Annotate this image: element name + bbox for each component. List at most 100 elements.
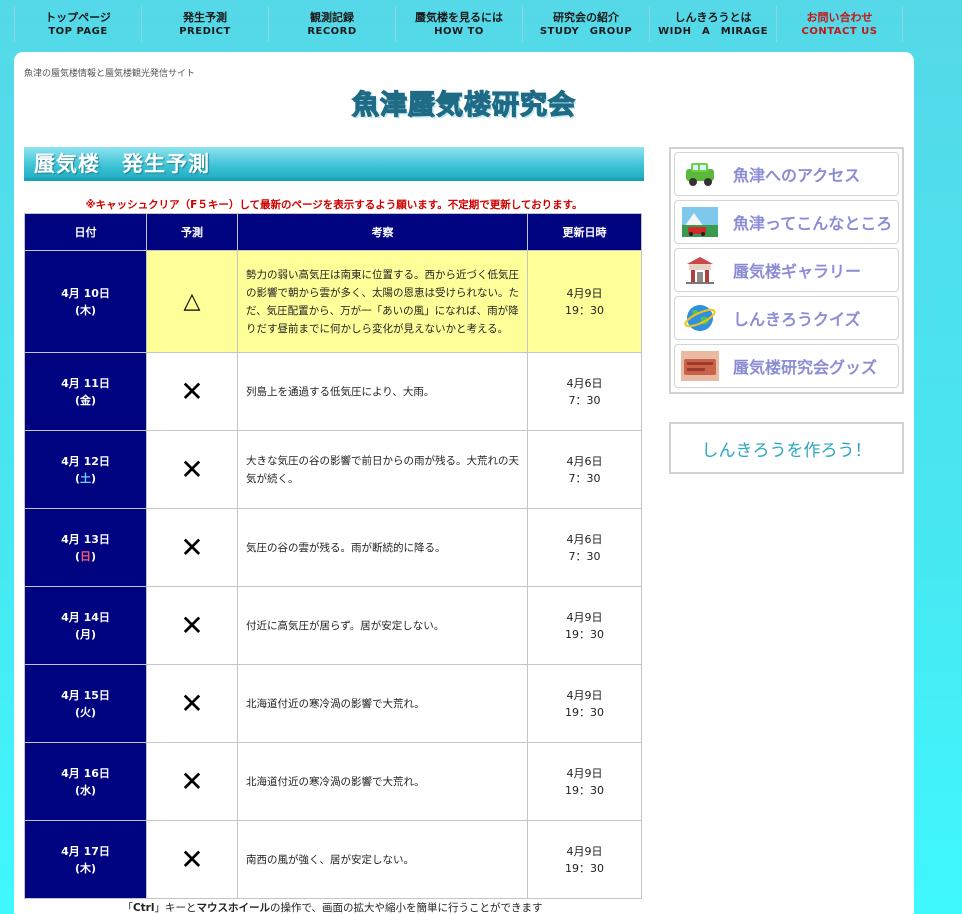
page-title-text: 蜃気楼 発生予測 [34,151,210,176]
nav-label-en: HOW TO [434,25,484,37]
analysis-cell: 列島上を通過する低気圧により、大雨。 [237,352,528,431]
sidebar-item-label: 蜃気楼研究会グッズ [733,358,878,377]
nav-study-group[interactable]: 研究会の紹介 STUDY GROUP [522,6,649,42]
table-header-row: 日付 予測 考察 更新日時 [24,213,642,251]
make-mirage-label: しんきろうを作ろう！ [701,440,872,461]
make-mirage-button[interactable]: しんきろうを作ろう！ [669,422,904,474]
nav-label-en: RECORD [307,25,357,37]
table-row: 4月 10日 (木) △ 勢力の弱い高気圧は南東に位置する。西から近づく低気圧の影… [24,250,642,353]
sidebar-item-about-uozu[interactable]: 魚津ってこんなところ [674,200,899,244]
column-header-forecast: 予測 [146,213,238,251]
updated-cell: 4月6日 7：30 [527,508,642,587]
table-row: 4月 12日 (土) ✕ 大きな気圧の谷の影響で前日からの雨が残る。大荒れの天気が… [24,430,642,509]
sidebar-item-gallery[interactable]: 蜃気楼ギャラリー [674,248,899,292]
nav-top-page[interactable]: トップページ TOP PAGE [14,6,141,42]
weekday-text: (水) [74,783,97,797]
cross-icon: ✕ [180,687,204,720]
cross-icon: ✕ [180,609,204,642]
forecast-cell: ✕ [146,430,238,509]
date-cell: 4月 15日 (火) [24,664,147,743]
sidebar-item-label: 魚津へのアクセス [733,166,861,185]
sidebar-item-quiz[interactable]: しんきろうクイズ [674,296,899,340]
page-title: 蜃気楼 発生予測 [24,147,644,181]
table-row: 4月 17日 (木) ✕ 南西の風が強く、居が安定しない。 4月9日 19：30 [24,820,642,899]
nav-contact[interactable]: お問い合わせ CONTACT US [776,6,903,42]
weekday-text: (日) [74,549,97,563]
date-text: 4月 11日 [61,376,110,390]
goods-icon [681,349,719,383]
sidebar-item-access[interactable]: 魚津へのアクセス [674,152,899,196]
sidebar-item-goods[interactable]: 蜃気楼研究会グッズ [674,344,899,388]
analysis-cell: 気圧の谷の雲が残る。雨が断続的に降る。 [237,508,528,587]
date-cell: 4月 16日 (水) [24,742,147,821]
saturday-text: 土 [80,471,91,485]
column-header-date: 日付 [24,213,147,251]
date-cell: 4月 10日 (木) [24,250,147,353]
updated-time: 7：30 [568,549,601,563]
updated-time: 19：30 [565,783,604,797]
analysis-cell: 北海道付近の寒冷渦の影響で大荒れ。 [237,742,528,821]
date-text: 4月 15日 [61,688,110,702]
forecast-cell: ✕ [146,742,238,821]
sidebar-menu: 魚津へのアクセス 魚津ってこんなところ 蜃気楼ギャラリー しんきろうクイズ 蜃気… [669,147,904,394]
forecast-cell: ✕ [146,586,238,665]
table-row: 4月 11日 (金) ✕ 列島上を通過する低気圧により、大雨。 4月6日 7：30 [24,352,642,431]
logo-text: 魚津蜃気楼研究会 [351,89,576,121]
updated-time: 19：30 [565,705,604,719]
car-icon [681,157,719,191]
date-text: 4月 12日 [61,454,110,468]
forecast-cell: ✕ [146,508,238,587]
nav-mirage[interactable]: しんきろうとは WIDH A MIRAGE [649,6,776,42]
date-cell: 4月 17日 (木) [24,820,147,899]
ctrl-key-text: Ctrl [132,902,155,914]
column-header-analysis: 考察 [237,213,528,251]
updated-date: 4月6日 [566,376,603,390]
date-text: 4月 13日 [61,532,110,546]
updated-date: 4月9日 [566,844,603,858]
cross-icon: ✕ [180,843,204,876]
cache-notice: ※キャッシュクリア（F５キー）して最新のページを表示するよう願います。不定期で更… [85,199,583,211]
updated-cell: 4月9日 19：30 [527,586,642,665]
date-cell: 4月 13日 (日) [24,508,147,587]
zoom-tip: 「Ctrl」キーとマウスホイールの操作で、画面の拡大や縮小を簡単に行うことができ… [122,902,543,914]
updated-time: 7：30 [568,393,601,407]
nav-record[interactable]: 観測記録 RECORD [268,6,395,42]
globe-icon [681,301,719,335]
cross-icon: ✕ [180,531,204,564]
nav-label-en: STUDY GROUP [539,25,633,37]
updated-date: 4月9日 [566,610,603,624]
top-nav: トップページ TOP PAGE 発生予測 PREDICT 観測記録 RECORD… [14,6,911,42]
forecast-cell: ✕ [146,664,238,743]
updated-date: 4月9日 [566,286,603,300]
updated-date: 4月9日 [566,688,603,702]
sidebar-item-label: しんきろうクイズ [733,310,861,329]
weekday-text: (土) [74,471,97,485]
nav-label-en: PREDICT [179,25,231,37]
sidebar-item-label: 蜃気楼ギャラリー [733,262,862,281]
date-text: 4月 10日 [61,286,110,300]
updated-date: 4月6日 [566,532,603,546]
nav-label-ja: しんきろうとは [674,10,752,24]
updated-cell: 4月9日 19：30 [527,664,642,743]
forecast-cell: ✕ [146,820,238,899]
nav-how-to[interactable]: 蜃気楼を見るには HOW TO [395,6,522,42]
updated-cell: 4月6日 7：30 [527,352,642,431]
nav-predict[interactable]: 発生予測 PREDICT [141,6,268,42]
site-tagline: 魚津の蜃気楼情報と蜃気楼観光発信サイト [24,69,196,79]
weekday-text: (木) [74,861,97,875]
weekday-text: (木) [74,303,97,317]
analysis-cell: 勢力の弱い高気圧は南東に位置する。西から近づく低気圧の影響で朝から雲が多く、太陽… [237,250,528,353]
forecast-table: 日付 予測 考察 更新日時 4月 10日 (木) △ 勢力の弱い高気圧は南東に位置… [24,213,642,899]
updated-time: 7：30 [568,471,601,485]
cross-icon: ✕ [180,453,204,486]
updated-time: 19：30 [565,303,604,317]
updated-cell: 4月9日 19：30 [527,820,642,899]
weekday-text: (火) [74,705,97,719]
nav-label-ja: 発生予測 [183,10,227,24]
mouse-wheel-text: マウスホイール [196,902,270,914]
nav-label-ja: 観測記録 [310,10,354,24]
building-icon [681,253,719,287]
weekday-text: (金) [74,393,97,407]
date-cell: 4月 12日 (土) [24,430,147,509]
site-logo[interactable]: 魚津蜃気楼研究会 [344,82,584,122]
